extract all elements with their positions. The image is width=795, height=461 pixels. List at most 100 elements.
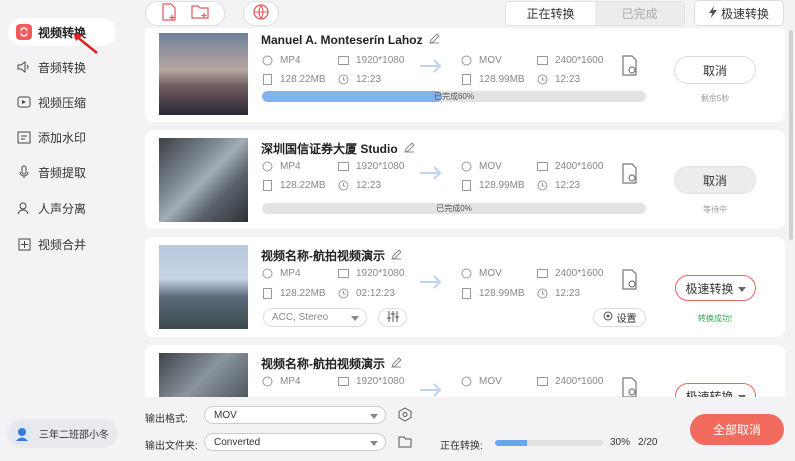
video-title: Manuel A. Monteserín Lahoz bbox=[261, 33, 440, 47]
settings-button[interactable]: 设置 bbox=[593, 308, 646, 327]
source-size-text: 128.22MB bbox=[280, 288, 326, 299]
fast-convert-toggle[interactable]: 极速转换 bbox=[694, 0, 784, 26]
target-resolution: 2400*1600 bbox=[537, 268, 603, 279]
output-folder-select[interactable]: Converted bbox=[204, 433, 386, 451]
format-icon bbox=[461, 55, 472, 66]
user-name: 三年二班邵小冬 bbox=[39, 430, 109, 441]
source-duration-text: 12:23 bbox=[356, 180, 382, 191]
format-icon bbox=[262, 161, 273, 172]
fast-convert-button[interactable]: 极速转换 bbox=[675, 275, 756, 301]
sidebar: 视频转换 音频转换 视频压缩 添加水印 音频提取 人声分离 视频合并 三年二班邵… bbox=[0, 0, 131, 461]
target-resolution: 2400*1600 bbox=[537, 161, 603, 172]
output-format-select[interactable]: MOV bbox=[204, 406, 386, 424]
source-size-text: 128.22MB bbox=[280, 74, 326, 85]
output-settings-icon[interactable] bbox=[621, 269, 639, 294]
chevron-down-icon bbox=[370, 438, 378, 449]
source-resolution-text: 1920*1080 bbox=[356, 161, 405, 172]
clock-icon bbox=[338, 74, 349, 85]
source-resolution-text: 1920*1080 bbox=[356, 376, 405, 387]
chevron-down-icon bbox=[737, 389, 746, 397]
edit-icon[interactable] bbox=[391, 356, 402, 371]
overall-percent: 30% bbox=[610, 437, 631, 448]
lightning-icon bbox=[708, 5, 717, 21]
progress-bar: 已完成0% bbox=[262, 203, 646, 214]
source-resolution: 1920*1080 bbox=[338, 55, 404, 66]
sidebar-item-label: 音频提取 bbox=[38, 165, 87, 180]
sidebar-item-video-merge[interactable]: 视频合并 bbox=[8, 230, 116, 258]
target-format-text: MOV bbox=[479, 268, 502, 279]
edit-icon[interactable] bbox=[403, 141, 415, 156]
sidebar-item-video-compress[interactable]: 视频压缩 bbox=[8, 88, 116, 116]
sidebar-item-audio-extract[interactable]: 音频提取 bbox=[8, 158, 116, 186]
file-icon bbox=[262, 288, 273, 299]
resolution-icon bbox=[338, 55, 349, 66]
target-duration-text: 12:23 bbox=[555, 74, 581, 85]
output-settings-icon[interactable] bbox=[621, 55, 639, 80]
video-thumbnail bbox=[159, 245, 248, 329]
target-format: MOV bbox=[461, 268, 502, 279]
cancel-button[interactable]: 取消 bbox=[674, 56, 756, 84]
add-folder-icon[interactable] bbox=[191, 4, 209, 23]
video-title: 视频名称-航拍视频演示 bbox=[261, 247, 402, 264]
arrow-right-icon bbox=[419, 383, 443, 397]
sidebar-item-label: 人声分离 bbox=[38, 201, 87, 216]
resolution-icon bbox=[537, 268, 548, 279]
sidebar-item-voice-separate[interactable]: 人声分离 bbox=[8, 194, 116, 222]
edit-icon[interactable] bbox=[428, 33, 440, 47]
add-file-icon[interactable] bbox=[161, 3, 177, 24]
target-resolution-text: 2400*1600 bbox=[555, 55, 604, 66]
video-title: 深圳国信证券大厦 Studio bbox=[261, 140, 415, 157]
output-settings-icon[interactable] bbox=[621, 377, 639, 397]
folder-icon[interactable] bbox=[398, 436, 412, 451]
file-icon bbox=[461, 288, 472, 299]
source-duration: 02:12:23 bbox=[338, 288, 395, 299]
progress-label: 已完成0% bbox=[436, 204, 472, 213]
sidebar-item-label: 音频转换 bbox=[38, 60, 87, 75]
tab-converting[interactable]: 正在转换 bbox=[506, 2, 595, 25]
scrollbar[interactable] bbox=[789, 30, 793, 240]
video-thumbnail bbox=[159, 33, 248, 115]
fast-convert-button[interactable]: 极速转换 bbox=[675, 383, 756, 397]
sidebar-item-watermark[interactable]: 添加水印 bbox=[8, 123, 116, 151]
cancel-button[interactable]: 取消 bbox=[674, 166, 756, 194]
arrow-right-icon bbox=[419, 166, 443, 183]
user-profile[interactable]: 三年二班邵小冬 bbox=[7, 419, 117, 448]
output-settings-icon[interactable] bbox=[621, 163, 639, 188]
sidebar-item-label: 添加水印 bbox=[38, 130, 87, 145]
audio-track-select[interactable]: ACC, Stereo bbox=[263, 308, 367, 327]
resolution-icon bbox=[537, 161, 548, 172]
format-settings-icon[interactable] bbox=[398, 407, 412, 425]
video-title-text: 视频名称-航拍视频演示 bbox=[261, 357, 385, 371]
clock-icon bbox=[537, 288, 548, 299]
target-resolution-text: 2400*1600 bbox=[555, 268, 604, 279]
video-title-text: 视频名称-航拍视频演示 bbox=[261, 249, 385, 263]
video-thumbnail bbox=[159, 138, 248, 222]
tab-completed[interactable]: 已完成 bbox=[595, 2, 684, 25]
file-count: 2/20 bbox=[638, 437, 658, 448]
video-thumbnail bbox=[159, 353, 248, 397]
target-duration: 12:23 bbox=[537, 74, 580, 85]
source-size: 128.22MB bbox=[262, 180, 326, 191]
sidebar-item-label: 视频压缩 bbox=[38, 95, 87, 110]
source-duration: 12:23 bbox=[338, 180, 381, 191]
equalizer-button[interactable] bbox=[378, 308, 407, 327]
source-resolution: 1920*1080 bbox=[338, 376, 404, 387]
top-toolbar: 正在转换 已完成 极速转换 bbox=[131, 0, 795, 28]
source-resolution: 1920*1080 bbox=[338, 161, 404, 172]
globe-icon bbox=[252, 3, 270, 24]
output-folder-value: Converted bbox=[214, 436, 261, 448]
web-download-button[interactable] bbox=[243, 1, 279, 26]
target-duration-text: 12:23 bbox=[555, 288, 581, 299]
edit-icon[interactable] bbox=[391, 248, 402, 263]
audio-track-value: ACC, Stereo bbox=[272, 312, 329, 323]
target-size: 128.99MB bbox=[461, 74, 525, 85]
cancel-all-button[interactable]: 全部取消 bbox=[690, 414, 784, 445]
tab-switcher: 正在转换 已完成 bbox=[505, 1, 685, 26]
remaining-time: 剩余5秒 bbox=[700, 94, 730, 103]
extract-icon bbox=[16, 164, 32, 180]
arrow-right-icon bbox=[419, 59, 443, 76]
resolution-icon bbox=[338, 376, 349, 387]
audio-icon bbox=[16, 59, 32, 75]
source-resolution-text: 1920*1080 bbox=[356, 268, 405, 279]
video-title-text: 深圳国信证券大厦 Studio bbox=[261, 142, 398, 156]
